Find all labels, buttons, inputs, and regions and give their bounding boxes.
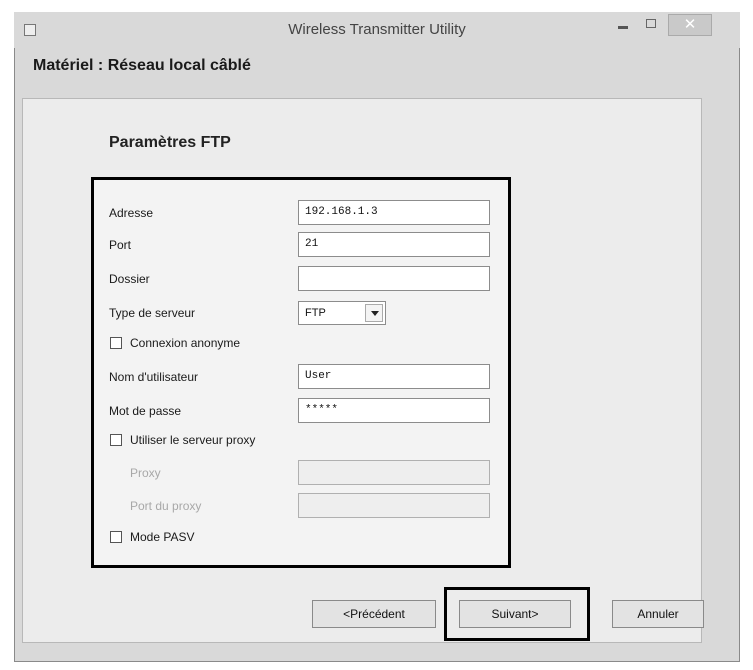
username-label: Nom d'utilisateur xyxy=(109,370,198,384)
title-bar: Wireless Transmitter Utility ✕ xyxy=(14,12,740,48)
password-label: Mot de passe xyxy=(109,404,182,418)
address-input[interactable]: 192.168.1.3 xyxy=(298,200,490,225)
previous-button[interactable]: <Précédent xyxy=(312,600,436,628)
proxy-input[interactable] xyxy=(298,460,490,485)
anonymous-checkbox[interactable] xyxy=(110,337,122,349)
proxy-label: Proxy xyxy=(130,466,161,480)
password-input[interactable]: ***** xyxy=(298,398,490,423)
port-label: Port xyxy=(109,238,132,252)
pasv-label: Mode PASV xyxy=(130,530,195,544)
server-type-label: Type de serveur xyxy=(109,306,196,320)
maximize-button[interactable] xyxy=(638,14,664,36)
proxy-port-input[interactable] xyxy=(298,493,490,518)
server-type-value: FTP xyxy=(305,307,326,319)
use-proxy-label: Utiliser le serveur proxy xyxy=(130,433,256,447)
next-button[interactable]: Suivant> xyxy=(459,600,571,628)
hardware-label: Matériel : Réseau local câblé xyxy=(33,57,251,74)
username-input[interactable]: User xyxy=(298,364,490,389)
folder-label: Dossier xyxy=(109,272,150,286)
close-button[interactable]: ✕ xyxy=(668,14,712,36)
server-type-select[interactable]: FTP xyxy=(298,301,386,325)
use-proxy-checkbox[interactable] xyxy=(110,434,122,446)
proxy-port-label: Port du proxy xyxy=(130,499,202,513)
port-input[interactable]: 21 xyxy=(298,232,490,257)
minimize-button[interactable] xyxy=(610,14,636,36)
chevron-down-icon[interactable] xyxy=(365,304,383,322)
cancel-button[interactable]: Annuler xyxy=(612,600,704,628)
address-label: Adresse xyxy=(109,206,154,220)
pasv-checkbox[interactable] xyxy=(110,531,122,543)
anonymous-label: Connexion anonyme xyxy=(130,336,241,350)
section-title: Paramètres FTP xyxy=(109,134,231,151)
folder-input[interactable] xyxy=(298,266,490,291)
